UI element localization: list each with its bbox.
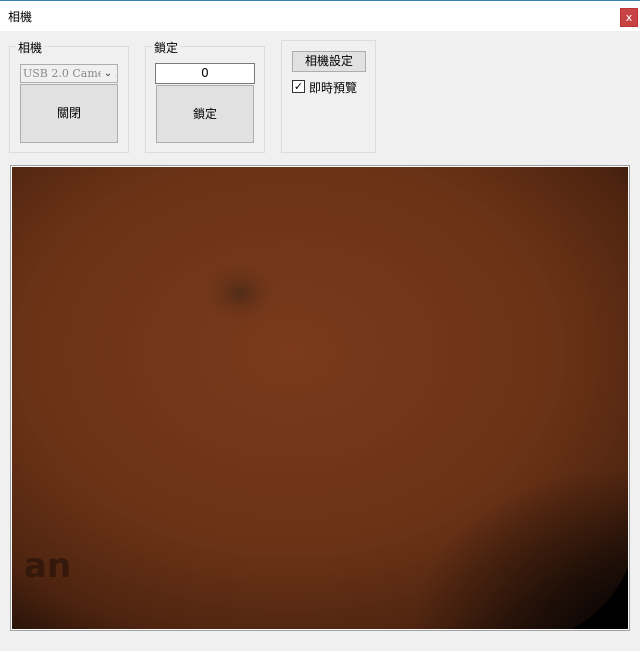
lock-button-label: 鎖定 [192, 107, 217, 121]
title-bar: 相機 x [0, 0, 640, 31]
lock-button[interactable]: 鎖定 [156, 85, 254, 143]
preview-overlay-text: an [24, 546, 71, 586]
settings-group: 相機設定 ✓ 即時預覽 [281, 40, 376, 153]
camera-preview: an [10, 165, 630, 631]
checkmark-icon: ✓ [293, 80, 304, 93]
camera-close-button[interactable]: 關閉 [20, 84, 118, 143]
live-preview-checkbox[interactable]: ✓ [292, 80, 305, 93]
lock-value-input[interactable]: 0 [155, 63, 255, 84]
live-preview-label[interactable]: 即時預覽 [309, 79, 357, 96]
window-title: 相機 [8, 10, 33, 24]
lock-group: 鎖定 0 鎖定 [145, 39, 265, 153]
camera-device-select[interactable]: USB 2.0 Camera ⌄ [20, 64, 118, 83]
camera-settings-button[interactable]: 相機設定 [292, 51, 366, 72]
close-button[interactable]: x [620, 8, 638, 27]
camera-group-legend: 相機 [16, 39, 45, 56]
camera-close-label: 關閉 [56, 106, 81, 120]
lock-group-legend: 鎖定 [152, 39, 181, 56]
close-icon: x [625, 11, 633, 24]
camera-settings-label: 相機設定 [304, 54, 353, 68]
camera-group: 相機 USB 2.0 Camera ⌄ 關閉 [9, 39, 129, 153]
camera-preview-image: an [12, 167, 628, 629]
chevron-down-icon: ⌄ [101, 65, 115, 82]
lock-value-text: 0 [201, 66, 209, 80]
